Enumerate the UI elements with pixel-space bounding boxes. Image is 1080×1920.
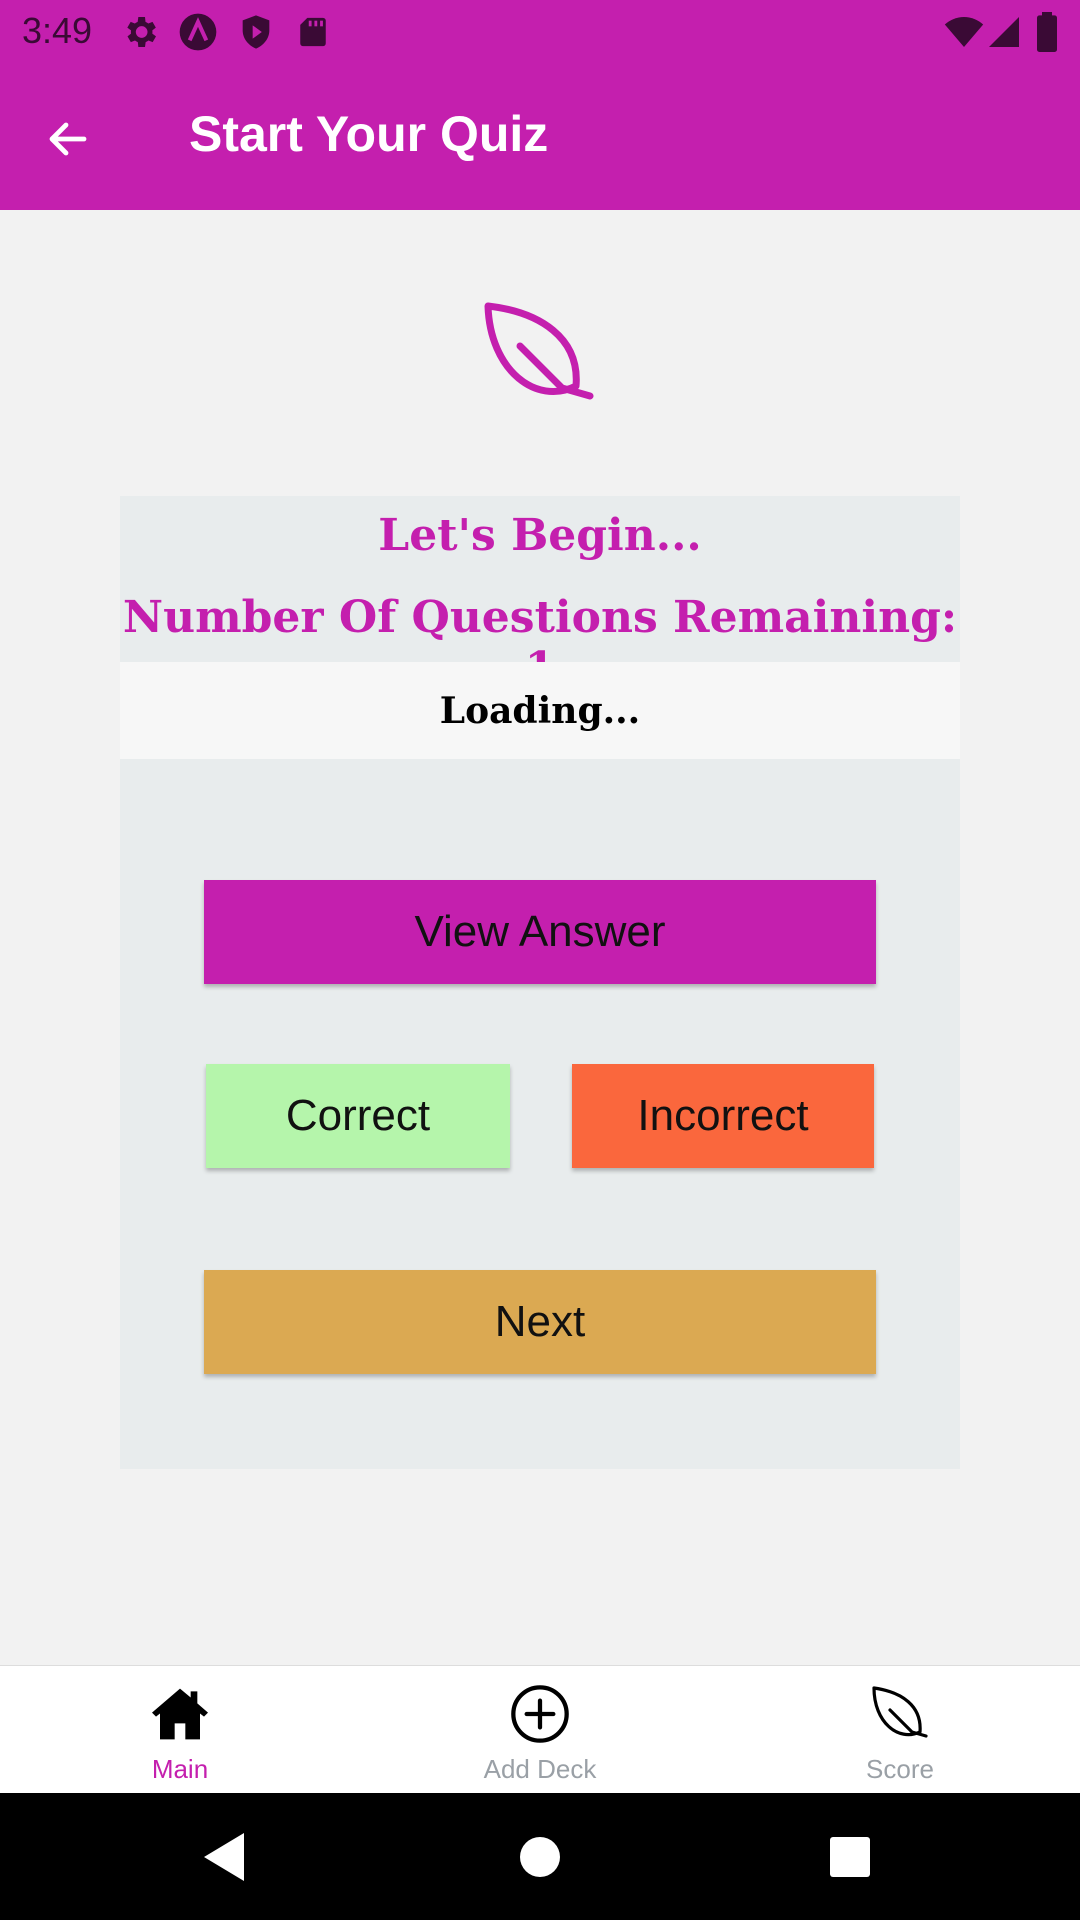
nav-label-add-deck: Add Deck	[483, 1754, 597, 1784]
bottom-nav: Main Add Deck Score	[0, 1665, 1080, 1793]
nav-label-score: Score	[866, 1754, 934, 1784]
shield-play-icon	[242, 15, 270, 49]
nav-item-add-deck[interactable]: Add Deck	[360, 1666, 720, 1794]
quiz-title: Let's Begin...	[378, 510, 702, 561]
app-bar: Start Your Quiz	[0, 63, 1080, 210]
back-button[interactable]	[30, 101, 106, 177]
status-bar: 3:49	[0, 0, 1080, 63]
nav-item-score[interactable]: Score	[720, 1666, 1080, 1794]
gear-icon	[127, 17, 156, 47]
signal-icon	[989, 17, 1019, 47]
leaf-icon	[872, 1686, 928, 1738]
app-a-icon	[179, 13, 217, 51]
sd-card-icon	[300, 17, 326, 47]
recents-square-icon[interactable]	[820, 1827, 880, 1887]
plus-circle-icon	[511, 1685, 569, 1743]
incorrect-button[interactable]: Incorrect	[572, 1064, 874, 1168]
correct-button[interactable]: Correct	[206, 1064, 510, 1168]
nav-label-main: Main	[151, 1754, 209, 1784]
page-title: Start Your Quiz	[189, 106, 549, 162]
arrow-left-icon	[49, 122, 87, 156]
leaf-icon	[484, 302, 594, 400]
quiz-card: Let's Begin... Number Of Questions Remai…	[120, 496, 960, 1469]
back-triangle-icon[interactable]	[196, 1827, 256, 1887]
battery-icon	[1037, 12, 1057, 52]
nav-item-main[interactable]: Main	[0, 1666, 360, 1794]
question-text: Loading...	[120, 662, 960, 759]
view-answer-button[interactable]: View Answer	[204, 880, 876, 984]
system-nav-bar	[0, 1793, 1080, 1920]
status-time: 3:49	[22, 10, 93, 51]
home-circle-icon[interactable]	[510, 1827, 570, 1887]
home-icon	[152, 1688, 208, 1740]
wifi-icon	[944, 17, 984, 47]
next-button[interactable]: Next	[204, 1270, 876, 1374]
